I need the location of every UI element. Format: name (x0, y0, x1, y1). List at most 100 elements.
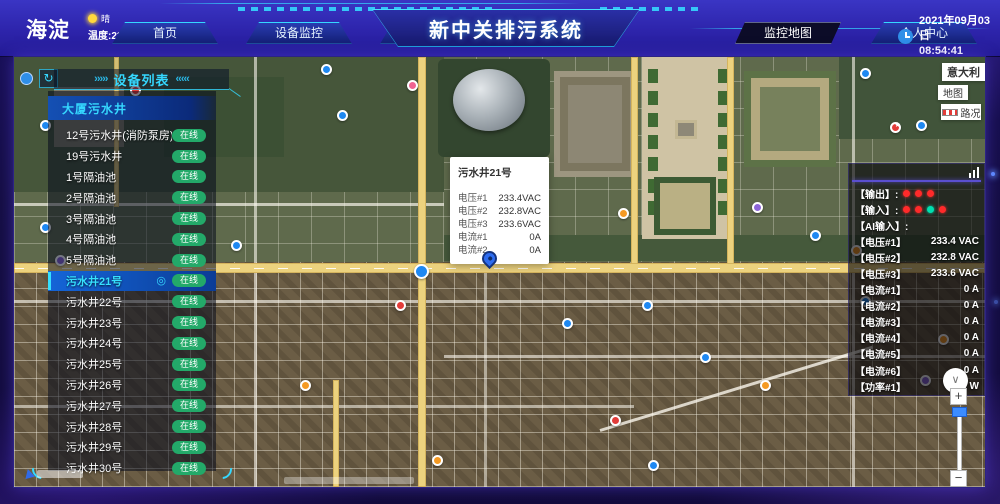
map-poi-marker[interactable] (610, 415, 621, 426)
nav-button[interactable]: 监控地图 (735, 22, 841, 44)
map-poi-marker[interactable] (337, 110, 348, 121)
page-title: 新中关排污系统 (429, 14, 583, 43)
list-item[interactable]: 污水井27号在线 (48, 395, 216, 416)
telemetry-value: 233.6 VAC (931, 268, 979, 279)
map-poi-marker[interactable] (810, 230, 821, 241)
layer-label: 意大利 (947, 64, 980, 80)
map-poi-marker[interactable] (395, 300, 406, 311)
status-badge: 在线 (172, 399, 206, 412)
status-badge: 在线 (172, 274, 206, 287)
map-star-poi-marker[interactable]: ★ (890, 122, 901, 133)
list-item[interactable]: 污水井29号在线 (48, 437, 216, 458)
map-flower-beds (648, 65, 658, 215)
map-provider-logo (23, 468, 35, 479)
telemetry-label: 【电压#3】 (855, 266, 931, 281)
input-status-row: 【输入】: (848, 201, 985, 217)
popup-row-value: 233.4VAC (498, 192, 541, 205)
traffic-icon (942, 109, 958, 116)
status-badge: 在线 (172, 462, 206, 475)
list-item[interactable]: 污水井24号在线 (48, 333, 216, 354)
device-group-header[interactable]: 大厦污水井 (48, 96, 216, 120)
gear-icon: ◎ (156, 274, 166, 287)
map-poi-marker[interactable] (916, 120, 927, 131)
layer-control-top[interactable]: 意大利 (942, 63, 985, 81)
map-plaza (642, 57, 734, 239)
popup-row-label: 电流#1 (458, 231, 488, 244)
map-poi-marker[interactable] (321, 64, 332, 75)
map-pond (438, 59, 550, 157)
input-dots (898, 206, 946, 213)
map-poi-marker[interactable] (618, 208, 629, 219)
popup-row: 电压#3233.6VAC (458, 218, 541, 231)
telemetry-value: 0 A (964, 332, 979, 343)
nav-button[interactable]: 设备监控 (246, 22, 352, 44)
attribution-text-blob (37, 470, 83, 478)
map-poi-marker[interactable] (231, 240, 242, 251)
device-label: 污水井25号 (66, 356, 172, 372)
list-item[interactable]: 2号隔油池在线 (48, 187, 216, 208)
map-poi-marker[interactable] (642, 300, 653, 311)
system-title-plate: 新中关排污系统 (372, 9, 640, 47)
list-item[interactable]: 3号隔油池在线 (48, 208, 216, 229)
layer-control-traffic[interactable]: 路况 (941, 104, 981, 120)
zoom-in-button[interactable]: + (950, 388, 967, 405)
popup-row: 电流#20A (458, 244, 541, 257)
telemetry-row: 【电压#2】232.8 VAC (848, 249, 985, 265)
zoom-slider-track[interactable] (957, 409, 962, 471)
map-poi-marker[interactable] (562, 318, 573, 329)
telemetry-row: 【电压#1】233.4 VAC (848, 233, 985, 249)
device-list-header: ››››› 设备列表 ‹‹‹‹‹ (54, 69, 229, 90)
map-canvas[interactable]: ★ ↻ ››››› 设备列表 ‹‹‹‹‹ 大厦污水井 12号污水井(消防泵房)在… (14, 57, 985, 487)
telemetry-label: 【电压#1】 (855, 234, 931, 249)
map-poi-marker[interactable] (860, 68, 871, 79)
list-item[interactable]: 污水井28号在线 (48, 416, 216, 437)
layer-control-map[interactable]: 地图 (938, 85, 968, 100)
status-badge: 在线 (172, 337, 206, 350)
map-metro-marker[interactable] (414, 264, 429, 279)
map-poi-marker[interactable] (752, 202, 763, 213)
output-dots (898, 190, 934, 197)
map-poi-marker[interactable] (300, 380, 311, 391)
status-badge: 在线 (172, 358, 206, 371)
list-item[interactable]: 19号污水井在线 (48, 146, 216, 167)
zoom-out-button[interactable]: − (950, 470, 967, 487)
zoom-slider-handle[interactable] (952, 407, 967, 417)
map-monument (678, 123, 694, 136)
status-dot-red (939, 206, 946, 213)
list-item[interactable]: 12号污水井(消防泵房)在线 (48, 125, 216, 146)
list-item[interactable]: 污水井25号在线 (48, 354, 216, 375)
bar-chart-icon[interactable] (969, 167, 980, 178)
map-museum-block (744, 71, 836, 167)
arrows-left-icon: ‹‹‹‹‹ (176, 73, 189, 85)
device-label: 污水井28号 (66, 419, 172, 435)
device-label: 污水井29号 (66, 439, 172, 455)
telemetry-row: 【电流#4】0 A (848, 330, 985, 346)
map-poi-marker[interactable] (648, 460, 659, 471)
telemetry-row: 【电流#5】0 A (848, 346, 985, 362)
output-status-row: 【输出】: (848, 185, 985, 201)
device-popup: 污水井21号 电压#1233.4VAC电压#2232.8VAC电压#3233.6… (450, 157, 549, 264)
output-label: 【输出】: (855, 186, 898, 201)
list-item[interactable]: 1号隔油池在线 (48, 167, 216, 188)
status-badge: 在线 (172, 233, 206, 246)
background-glow-dot (994, 300, 998, 304)
telemetry-value: 0 A (964, 316, 979, 327)
map-poi-marker[interactable] (700, 352, 711, 363)
nav-button[interactable]: 首页 (112, 22, 218, 44)
list-item[interactable]: 4号隔油池在线 (48, 229, 216, 250)
list-item[interactable]: 5号隔油池在线 (48, 250, 216, 271)
list-item[interactable]: 污水井21号◎在线 (48, 271, 216, 292)
list-item[interactable]: 污水井26号在线 (48, 375, 216, 396)
map-mausoleum (654, 177, 716, 235)
status-badge: 在线 (172, 191, 206, 204)
copyright-text-blob (284, 477, 414, 484)
map-locate-icon[interactable] (20, 72, 33, 85)
map-poi-marker[interactable] (432, 455, 443, 466)
device-list-panel: 大厦污水井 12号污水井(消防泵房)在线19号污水井在线1号隔油池在线2号隔油池… (48, 91, 216, 471)
map-poi-marker[interactable] (760, 380, 771, 391)
telemetry-label: 【电流#1】 (855, 282, 964, 297)
map-poi-marker[interactable] (407, 80, 418, 91)
list-item[interactable]: 污水井23号在线 (48, 312, 216, 333)
map-dome-building (453, 69, 525, 131)
list-item[interactable]: 污水井22号在线 (48, 291, 216, 312)
